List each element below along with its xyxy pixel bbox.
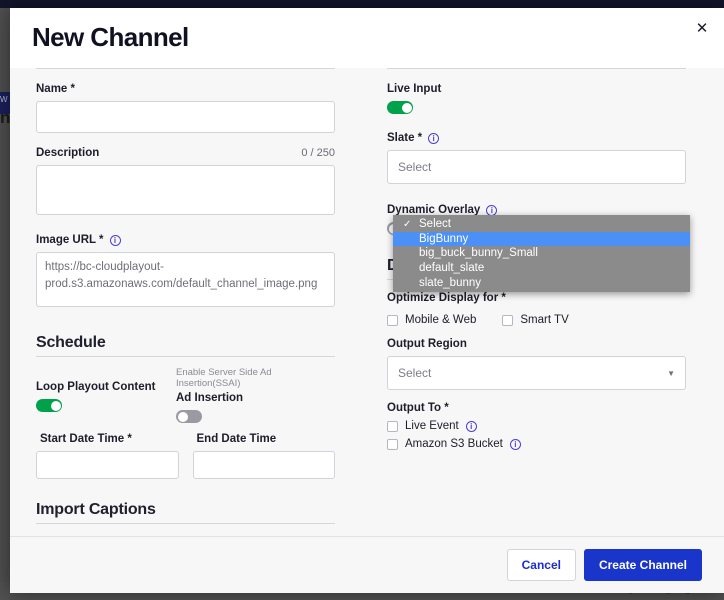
output-region-select[interactable]: Select ▼ bbox=[387, 356, 686, 390]
output-to-group: Output To * Live Event i Amazon S3 Bucke… bbox=[387, 402, 686, 450]
info-icon[interactable]: i bbox=[428, 132, 440, 144]
image-url-label: Image URL * i bbox=[36, 234, 335, 246]
slate-select[interactable]: Select bbox=[387, 150, 686, 184]
slate-option-label: default_slate bbox=[419, 262, 485, 275]
amazon-s3-label: Amazon S3 Bucket bbox=[405, 438, 503, 450]
column-divider bbox=[36, 68, 335, 69]
image-url-field-group: Image URL * i bbox=[36, 234, 335, 312]
slate-dropdown-list[interactable]: ✓ Select BigBunny big_buck_bunny_Smalldefau… bbox=[393, 215, 690, 292]
loop-playout-toggle[interactable] bbox=[36, 399, 62, 412]
output-to-label: Output To * bbox=[387, 402, 449, 414]
import-captions-section-title: Import Captions bbox=[36, 501, 156, 518]
optimize-display-label: Optimize Display for * bbox=[387, 292, 506, 304]
right-column: Live Input Slate * i Select Dynamic Over… bbox=[387, 68, 686, 567]
end-date-time-label: End Date Time bbox=[196, 433, 277, 445]
slate-option-label: Select bbox=[419, 218, 451, 231]
loop-playout-group: . Loop Playout Content bbox=[36, 367, 176, 423]
smart-tv-checkbox[interactable] bbox=[502, 314, 514, 326]
slate-option-2[interactable]: big_buck_bunny_Small bbox=[393, 246, 690, 261]
checkbox-row-live-event[interactable]: Live Event i bbox=[387, 420, 686, 432]
app-topbar bbox=[0, 0, 724, 8]
name-field-group: Name * bbox=[36, 83, 335, 133]
slate-option-label: BigBunny bbox=[419, 232, 469, 245]
new-channel-modal: New Channel ✕ Name * Description 0 / 250 bbox=[10, 8, 724, 593]
cancel-button[interactable]: Cancel bbox=[506, 549, 576, 581]
mobile-web-checkbox[interactable] bbox=[387, 314, 398, 326]
description-field-group: Description 0 / 250 bbox=[36, 147, 335, 220]
modal-body: Name * Description 0 / 250 Image URL * i bbox=[10, 68, 724, 567]
optimize-display-group: Optimize Display for * Mobile & Web Smar… bbox=[387, 292, 686, 326]
slate-option-3[interactable]: default_slate bbox=[393, 261, 690, 276]
schedule-section-title: Schedule bbox=[36, 334, 106, 351]
check-icon: ✓ bbox=[403, 218, 412, 230]
amazon-s3-checkbox[interactable] bbox=[387, 438, 398, 450]
create-channel-button[interactable]: Create Channel bbox=[583, 549, 702, 581]
slate-label: Slate * i bbox=[387, 132, 686, 144]
slate-option-4[interactable]: slate_bunny bbox=[393, 275, 690, 290]
end-date-time-group: End Date Time bbox=[192, 433, 335, 479]
date-time-row: Start Date Time * End Date Time bbox=[36, 433, 335, 479]
smart-tv-label: Smart TV bbox=[520, 314, 569, 326]
mobile-web-label: Mobile & Web bbox=[405, 314, 477, 326]
checkbox-row-mobile-web[interactable]: Mobile & Web bbox=[387, 314, 476, 326]
start-date-time-label: Start Date Time * bbox=[40, 433, 132, 445]
ad-insertion-label: Ad Insertion bbox=[176, 392, 244, 404]
slate-label-text: Slate * bbox=[387, 132, 423, 144]
modal-header: New Channel ✕ bbox=[10, 8, 724, 68]
live-input-label: Live Input bbox=[387, 83, 442, 95]
modal-footer: Cancel Create Channel bbox=[10, 536, 724, 593]
checkbox-row-smart-tv[interactable]: Smart TV bbox=[502, 314, 569, 326]
output-region-value: Select bbox=[398, 366, 432, 380]
live-input-toggle[interactable] bbox=[387, 101, 413, 114]
output-region-group: Output Region Select ▼ bbox=[387, 338, 686, 390]
column-divider bbox=[387, 68, 686, 69]
end-date-time-input[interactable] bbox=[192, 451, 335, 479]
chevron-down-icon: ▼ bbox=[667, 368, 675, 378]
loop-playout-label: Loop Playout Content bbox=[36, 381, 156, 393]
image-url-label-text: Image URL * bbox=[36, 234, 104, 246]
name-input[interactable] bbox=[36, 101, 335, 133]
import-captions-divider bbox=[36, 523, 335, 524]
live-event-checkbox[interactable] bbox=[387, 420, 398, 432]
slate-option-label: slate_bunny bbox=[419, 276, 482, 289]
info-icon[interactable]: i bbox=[486, 204, 498, 216]
ad-insertion-group: Enable Server Side Ad Insertion(SSAI) Ad… bbox=[176, 367, 316, 423]
output-region-label: Output Region bbox=[387, 338, 467, 350]
ad-insertion-toggle[interactable] bbox=[176, 410, 202, 423]
description-textarea[interactable] bbox=[36, 165, 335, 215]
live-event-label: Live Event bbox=[405, 420, 459, 432]
slate-option-0[interactable]: ✓ Select bbox=[393, 217, 690, 232]
start-date-time-input[interactable] bbox=[36, 451, 179, 479]
info-icon[interactable]: i bbox=[509, 438, 521, 450]
slate-group: Slate * i Select bbox=[387, 132, 686, 184]
description-label: Description bbox=[36, 147, 100, 159]
slate-select-value: Select bbox=[398, 160, 432, 174]
slate-option-label: big_buck_bunny_Small bbox=[419, 247, 538, 260]
info-icon[interactable]: i bbox=[109, 234, 121, 246]
close-icon[interactable]: ✕ bbox=[693, 19, 711, 37]
description-counter: 0 / 250 bbox=[301, 147, 335, 159]
checkbox-row-amazon-s3[interactable]: Amazon S3 Bucket i bbox=[387, 438, 686, 450]
ad-insertion-hint: Enable Server Side Ad Insertion(SSAI) bbox=[176, 367, 272, 389]
schedule-divider bbox=[36, 356, 335, 357]
name-label: Name * bbox=[36, 83, 75, 95]
page-title: New Channel bbox=[32, 22, 189, 52]
start-date-time-group: Start Date Time * bbox=[36, 433, 179, 479]
slate-option-1[interactable]: BigBunny bbox=[393, 231, 690, 247]
schedule-toggles: . Loop Playout Content Enable Server Sid… bbox=[36, 367, 335, 423]
live-input-group: Live Input bbox=[387, 83, 686, 114]
image-url-textarea[interactable] bbox=[36, 252, 335, 307]
left-column: Name * Description 0 / 250 Image URL * i bbox=[36, 68, 335, 567]
info-icon[interactable]: i bbox=[465, 420, 477, 432]
